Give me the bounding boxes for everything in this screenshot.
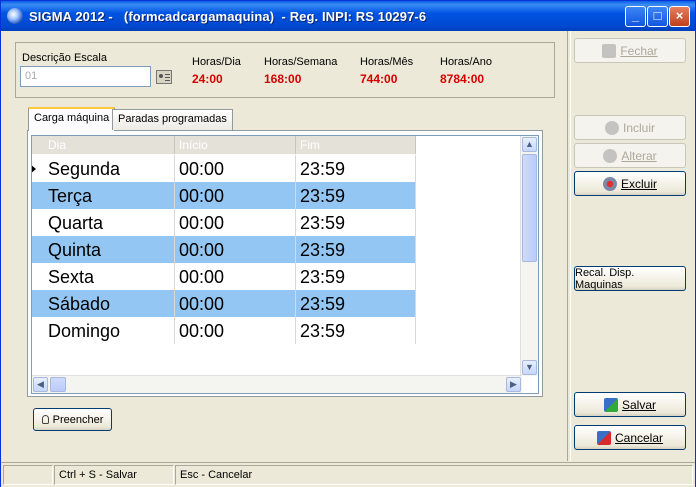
id-card-icon[interactable] <box>156 70 172 84</box>
table-row[interactable]: Sábado 00:00 23:59 <box>32 290 416 317</box>
cancelar-button[interactable]: Cancelar <box>574 425 686 450</box>
gear-add-icon <box>604 120 619 135</box>
horas-mes-label: Horas/Mês <box>360 56 414 68</box>
horas-ano-label: Horas/Ano <box>440 56 492 68</box>
carga-grid[interactable]: Dia Início Fim Segunda 00:00 23:59 Terça… <box>31 135 539 394</box>
excluir-button[interactable]: Excluir <box>574 171 686 196</box>
horizontal-scrollbar[interactable]: ◀ ▶ <box>32 375 522 393</box>
alterar-label: Alterar <box>621 148 657 163</box>
horas-ano-value: 8784:00 <box>440 72 485 86</box>
cell-fim[interactable]: 23:59 <box>296 155 416 182</box>
scroll-left-icon[interactable]: ◀ <box>33 377 48 392</box>
tab-carga-maquina[interactable]: Carga máquina <box>28 107 116 131</box>
minimize-button[interactable]: _ <box>625 6 646 27</box>
scroll-right-icon[interactable]: ▶ <box>506 377 521 392</box>
cell-dia[interactable]: Domingo <box>44 317 175 344</box>
recalc-button[interactable]: Recal. Disp. Maquinas <box>574 266 686 291</box>
fechar-label: Fechar <box>620 43 658 58</box>
column-header-fim[interactable]: Fim <box>296 136 416 154</box>
horas-semana-value: 168:00 <box>264 72 302 86</box>
recalc-label: Recal. Disp. Maquinas <box>575 266 635 291</box>
salvar-button[interactable]: Salvar <box>574 392 686 417</box>
cell-dia[interactable]: Sábado <box>44 290 175 317</box>
status-panel-empty <box>3 465 53 485</box>
cancelar-label: Cancelar <box>614 430 664 445</box>
incluir-label: Incluir <box>622 120 655 135</box>
vertical-scroll-thumb[interactable] <box>522 154 537 262</box>
cancel-icon <box>596 430 611 445</box>
grid-header: Dia Início Fim <box>32 136 416 154</box>
cell-fim[interactable]: 23:59 <box>296 236 416 263</box>
gear-edit-icon <box>603 148 618 163</box>
horizontal-scroll-thumb[interactable] <box>50 377 66 392</box>
horas-dia-value: 24:00 <box>192 72 223 86</box>
table-row[interactable]: Domingo 00:00 23:59 <box>32 317 416 344</box>
cell-fim[interactable]: 23:59 <box>296 182 416 209</box>
cell-fim[interactable]: 23:59 <box>296 209 416 236</box>
main-window: SIGMA 2012 - (formcadcargamaquina) - Reg… <box>0 0 696 487</box>
door-icon <box>602 43 617 58</box>
column-header-dia[interactable]: Dia <box>44 136 175 154</box>
cell-inicio[interactable]: 00:00 <box>175 155 296 182</box>
preencher-button[interactable]: Preencher <box>33 408 112 431</box>
save-icon <box>603 397 618 412</box>
current-row-indicator-icon <box>32 164 36 174</box>
cell-fim[interactable]: 23:59 <box>296 263 416 290</box>
horas-semana-label: Horas/Semana <box>264 56 338 68</box>
side-separator <box>567 31 571 461</box>
cell-inicio[interactable]: 00:00 <box>175 317 296 344</box>
scroll-down-icon[interactable]: ▼ <box>522 360 537 375</box>
table-row[interactable]: Quinta 00:00 23:59 <box>32 236 416 263</box>
close-button[interactable]: × <box>669 6 690 27</box>
cell-dia[interactable]: Sexta <box>44 263 175 290</box>
horas-mes-value: 744:00 <box>360 72 398 86</box>
lightbulb-icon <box>41 415 49 424</box>
cell-inicio[interactable]: 00:00 <box>175 290 296 317</box>
cell-inicio[interactable]: 00:00 <box>175 209 296 236</box>
window-title: SIGMA 2012 - (formcadcargamaquina) - Reg… <box>29 9 427 24</box>
table-row[interactable]: Sexta 00:00 23:59 <box>32 263 416 290</box>
table-row[interactable]: Quarta 00:00 23:59 <box>32 209 416 236</box>
excluir-label: Excluir <box>620 176 657 191</box>
incluir-button[interactable]: Incluir <box>574 115 686 140</box>
cell-dia[interactable]: Quinta <box>44 236 175 263</box>
preencher-label: Preencher <box>52 413 104 426</box>
maximize-button[interactable]: □ <box>647 6 668 27</box>
horas-dia-label: Horas/Dia <box>192 56 241 68</box>
vertical-scrollbar[interactable]: ▲ ▼ <box>520 136 538 376</box>
alterar-button[interactable]: Alterar <box>574 143 686 168</box>
salvar-label: Salvar <box>621 397 656 412</box>
descricao-label: Descrição Escala <box>22 52 107 64</box>
descricao-input[interactable]: 01 <box>20 66 151 87</box>
status-shortcut-salvar: Ctrl + S - Salvar <box>54 465 174 485</box>
app-icon[interactable] <box>7 8 23 24</box>
cell-fim[interactable]: 23:59 <box>296 290 416 317</box>
cell-dia[interactable]: Quarta <box>44 209 175 236</box>
status-shortcut-cancelar: Esc - Cancelar <box>175 465 693 485</box>
table-row[interactable]: Terça 00:00 23:59 <box>32 182 416 209</box>
status-bar: Ctrl + S - Salvar Esc - Cancelar <box>1 462 695 487</box>
column-header-inicio[interactable]: Início <box>175 136 296 154</box>
cell-inicio[interactable]: 00:00 <box>175 182 296 209</box>
title-bar[interactable]: SIGMA 2012 - (formcadcargamaquina) - Reg… <box>1 1 695 31</box>
tab-paradas-programadas[interactable]: Paradas programadas <box>112 109 233 130</box>
cell-inicio[interactable]: 00:00 <box>175 263 296 290</box>
gear-delete-icon <box>602 176 617 191</box>
cell-fim[interactable]: 23:59 <box>296 317 416 344</box>
cell-dia[interactable]: Segunda <box>44 155 175 182</box>
scroll-up-icon[interactable]: ▲ <box>522 137 537 152</box>
cell-dia[interactable]: Terça <box>44 182 175 209</box>
cell-inicio[interactable]: 00:00 <box>175 236 296 263</box>
table-row[interactable]: Segunda 00:00 23:59 <box>32 155 416 182</box>
fechar-button[interactable]: Fechar <box>574 38 686 63</box>
